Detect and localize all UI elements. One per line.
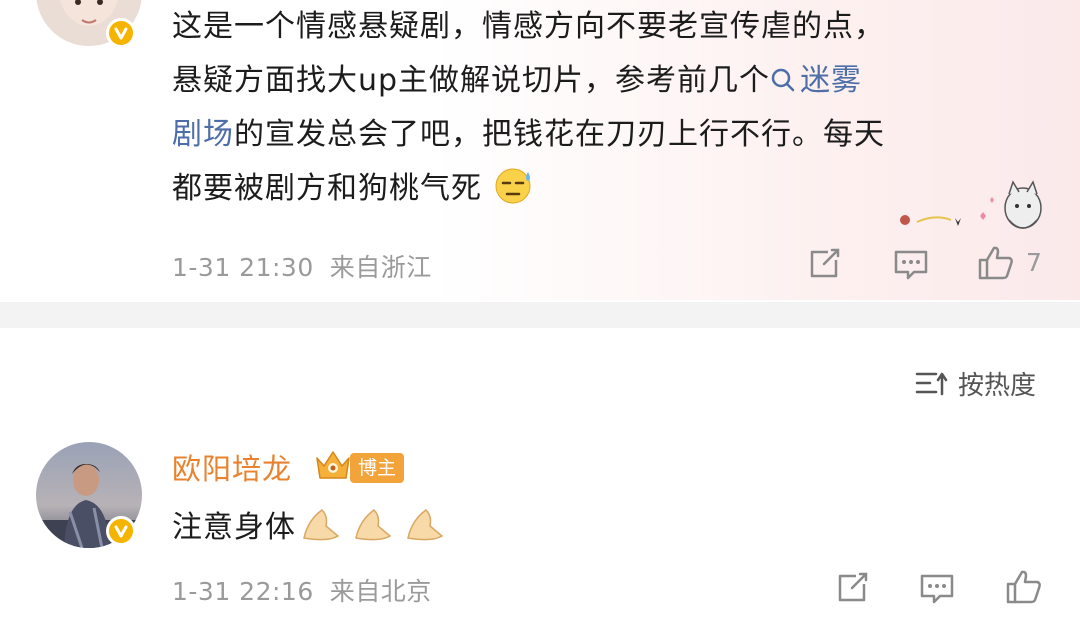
topic-link[interactable]: 迷雾 xyxy=(770,63,862,98)
comment-icon xyxy=(894,250,928,280)
search-icon xyxy=(771,68,795,92)
like-button[interactable] xyxy=(1004,568,1044,606)
comment-icon xyxy=(920,574,954,604)
thumbs-up-icon xyxy=(978,246,1013,280)
cat-sticker-icon xyxy=(900,180,1042,229)
comment-text-segment: 悬疑方面找大up主做解说切片，参考前几个 xyxy=(172,63,771,98)
sort-toggle[interactable]: 按热度 xyxy=(914,365,1036,402)
comment-line: 悬疑方面找大up主做解说切片，参考前几个 迷雾 xyxy=(172,54,1022,108)
topic-link-text[interactable]: 迷雾 xyxy=(800,63,862,98)
location: 来自北京 xyxy=(329,577,432,606)
comment-text-segment: 都要被剧方和狗桃气死 xyxy=(172,171,482,206)
topic-link-text[interactable]: 剧场 xyxy=(172,117,234,152)
member-crown-icon xyxy=(316,451,350,479)
timestamp: 1-31 22:16 xyxy=(172,577,314,606)
comment-line: 这是一个情感悬疑剧，情感方向不要老宣传虐的点， xyxy=(172,9,885,44)
pray-hands-emoji-icon xyxy=(303,509,444,541)
username[interactable]: 欧阳培龙 xyxy=(172,446,292,488)
share-button[interactable] xyxy=(806,246,842,280)
location: 来自浙江 xyxy=(329,253,432,282)
sort-icon xyxy=(915,372,948,396)
sweat-face-emoji-icon xyxy=(495,168,531,204)
share-icon xyxy=(810,248,840,278)
section-divider xyxy=(0,302,1080,328)
reply-meta: 1-31 22:16 来自北京 xyxy=(172,572,432,608)
share-icon xyxy=(838,572,868,602)
author-badge: 博主 xyxy=(350,453,404,483)
reply-body: 注意身体 xyxy=(172,502,448,546)
share-button[interactable] xyxy=(834,570,870,604)
comment-line: 剧场的宣发总会了吧，把钱花在刀刃上行不行。每天 xyxy=(172,108,1022,162)
comment-meta: 1-31 21:30 来自浙江 xyxy=(172,248,432,284)
like-button[interactable] xyxy=(976,244,1016,282)
reply-button[interactable] xyxy=(918,572,956,606)
comment-text-segment: 的宣发总会了吧，把钱花在刀刃上行不行。每天 xyxy=(234,117,885,152)
top-comment-card: 这是一个情感悬疑剧，情感方向不要老宣传虐的点， 悬疑方面找大up主做解说切片，参… xyxy=(0,0,1080,300)
reply-text: 注意身体 xyxy=(172,510,296,545)
like-count: 7 xyxy=(1026,248,1042,277)
sort-label[interactable]: 按热度 xyxy=(958,365,1036,402)
verified-badge-icon xyxy=(106,516,136,546)
timestamp: 1-31 21:30 xyxy=(172,253,314,282)
verified-badge-icon xyxy=(106,18,136,48)
thumbs-up-icon xyxy=(1006,570,1041,604)
reply-button[interactable] xyxy=(892,248,930,282)
